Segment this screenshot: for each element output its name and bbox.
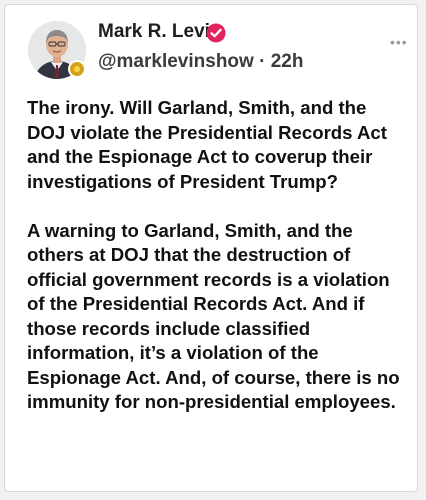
ellipsis-icon[interactable]: •••: [390, 35, 408, 49]
post-paragraph: The irony. Will Garland, Smith, and the …: [27, 97, 387, 192]
post-time[interactable]: 22h: [271, 51, 304, 72]
gold-badge-icon: [68, 60, 86, 78]
author-meta: @marklevinshow · 22h: [98, 51, 303, 73]
author-name[interactable]: Mark R. Levin: [98, 21, 222, 43]
meta-separator: ·: [259, 51, 266, 72]
post-body: The irony. Will Garland, Smith, and the …: [27, 96, 405, 415]
author-handle[interactable]: @marklevinshow: [98, 51, 254, 72]
post-paragraph: A warning to Garland, Smith, and the oth…: [27, 219, 400, 413]
verified-check-icon: [206, 23, 226, 43]
post-card: Mark R. Levin @marklevinshow · 22h ••• T…: [4, 4, 418, 492]
